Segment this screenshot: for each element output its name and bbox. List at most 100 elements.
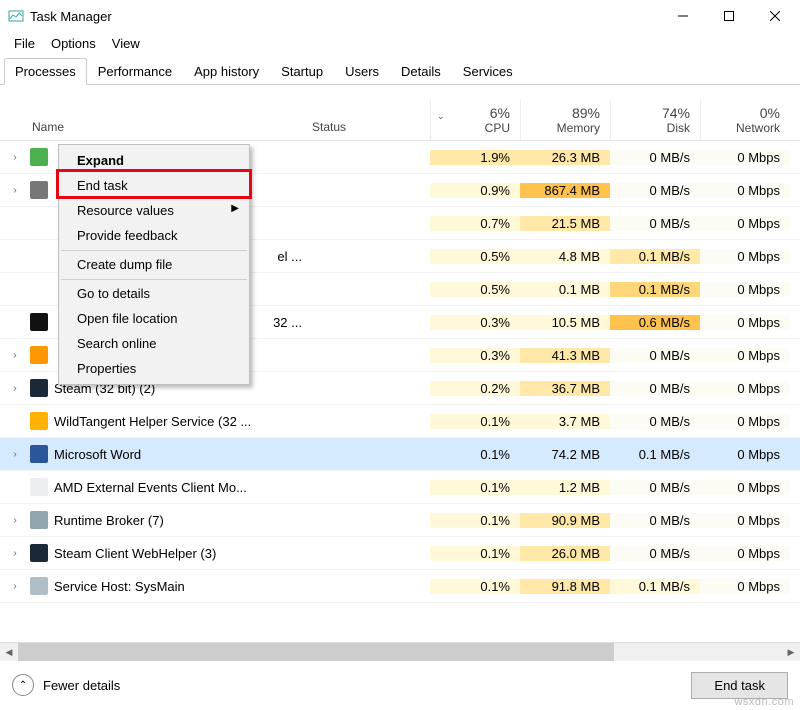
tabs: Processes Performance App history Startu…: [0, 54, 800, 85]
cell-disk: 0 MB/s: [610, 216, 700, 231]
process-name: AMD External Events Client Mo...: [30, 478, 310, 496]
col-name[interactable]: Name: [30, 99, 310, 140]
table-row[interactable]: ›Service Host: SysMain0.1%91.8 MB0.1 MB/…: [0, 570, 800, 603]
menu-file[interactable]: File: [6, 34, 43, 53]
col-disk[interactable]: 74% Disk: [610, 99, 700, 140]
cell-disk: 0.1 MB/s: [610, 249, 700, 264]
cell-disk: 0 MB/s: [610, 414, 700, 429]
titlebar: Task Manager: [0, 0, 800, 32]
col-status[interactable]: Status: [310, 99, 430, 140]
scroll-right-icon[interactable]: ▶: [782, 643, 800, 661]
table-row[interactable]: WildTangent Helper Service (32 ...0.1%3.…: [0, 405, 800, 438]
col-cpu[interactable]: ⌄ 6% CPU: [430, 99, 520, 140]
app-icon: [30, 412, 48, 430]
cell-network: 0 Mbps: [700, 348, 790, 363]
app-icon: [30, 181, 48, 199]
ctx-properties[interactable]: Properties: [61, 356, 247, 381]
cell-memory: 90.9 MB: [520, 513, 610, 528]
cell-cpu: 0.9%: [430, 183, 520, 198]
expand-chevron-icon[interactable]: ›: [0, 383, 30, 394]
ctx-search-online[interactable]: Search online: [61, 331, 247, 356]
process-name: Steam Client WebHelper (3): [30, 544, 310, 562]
tab-users[interactable]: Users: [334, 58, 390, 84]
scroll-thumb[interactable]: [18, 643, 614, 661]
horizontal-scrollbar[interactable]: ◀ ▶: [0, 643, 800, 661]
app-icon: [30, 544, 48, 562]
table-row[interactable]: AMD External Events Client Mo...0.1%1.2 …: [0, 471, 800, 504]
ctx-end-task[interactable]: End task: [61, 173, 247, 198]
fewer-details-button[interactable]: ⌃ Fewer details: [12, 674, 120, 696]
maximize-button[interactable]: [706, 0, 752, 32]
ctx-create-dump[interactable]: Create dump file: [61, 250, 247, 277]
expand-chevron-icon[interactable]: ›: [0, 152, 30, 163]
cell-cpu: 0.1%: [430, 546, 520, 561]
cell-disk: 0 MB/s: [610, 480, 700, 495]
ctx-open-file-location[interactable]: Open file location: [61, 306, 247, 331]
close-button[interactable]: [752, 0, 798, 32]
cell-memory: 91.8 MB: [520, 579, 610, 594]
cell-cpu: 0.5%: [430, 282, 520, 297]
minimize-button[interactable]: [660, 0, 706, 32]
footer: ◀ ▶ ⌃ Fewer details End task wsxdn.com: [0, 642, 800, 710]
tab-services[interactable]: Services: [452, 58, 524, 84]
cell-cpu: 0.1%: [430, 447, 520, 462]
window-title: Task Manager: [30, 9, 660, 24]
expand-chevron-icon[interactable]: ›: [0, 185, 30, 196]
cell-network: 0 Mbps: [700, 216, 790, 231]
cell-network: 0 Mbps: [700, 150, 790, 165]
cell-memory: 74.2 MB: [520, 447, 610, 462]
expand-chevron-icon[interactable]: ›: [0, 350, 30, 361]
col-memory[interactable]: 89% Memory: [520, 99, 610, 140]
menu-options[interactable]: Options: [43, 34, 104, 53]
table-row[interactable]: ›Microsoft Word0.1%74.2 MB0.1 MB/s0 Mbps: [0, 438, 800, 471]
cell-memory: 10.5 MB: [520, 315, 610, 330]
app-icon: [8, 8, 24, 24]
cell-network: 0 Mbps: [700, 315, 790, 330]
cell-disk: 0 MB/s: [610, 381, 700, 396]
end-task-button[interactable]: End task: [691, 672, 788, 699]
cell-network: 0 Mbps: [700, 513, 790, 528]
col-network[interactable]: 0% Network: [700, 99, 790, 140]
cell-network: 0 Mbps: [700, 480, 790, 495]
tab-performance[interactable]: Performance: [87, 58, 183, 84]
tab-details[interactable]: Details: [390, 58, 452, 84]
expand-chevron-icon[interactable]: ›: [0, 581, 30, 592]
cell-memory: 867.4 MB: [520, 183, 610, 198]
cell-disk: 0.6 MB/s: [610, 315, 700, 330]
scroll-left-icon[interactable]: ◀: [0, 643, 18, 661]
cell-cpu: 0.5%: [430, 249, 520, 264]
tab-startup[interactable]: Startup: [270, 58, 334, 84]
process-list: Expand End task Resource values ▶ Provid…: [0, 141, 800, 603]
cell-cpu: 0.1%: [430, 579, 520, 594]
cell-cpu: 0.2%: [430, 381, 520, 396]
cell-memory: 4.8 MB: [520, 249, 610, 264]
cell-network: 0 Mbps: [700, 381, 790, 396]
expand-chevron-icon[interactable]: ›: [0, 449, 30, 460]
cell-network: 0 Mbps: [700, 447, 790, 462]
expand-chevron-icon[interactable]: ›: [0, 548, 30, 559]
app-icon: [30, 577, 48, 595]
ctx-go-to-details[interactable]: Go to details: [61, 279, 247, 306]
tab-processes[interactable]: Processes: [4, 58, 87, 85]
cell-memory: 26.0 MB: [520, 546, 610, 561]
menu-view[interactable]: View: [104, 34, 148, 53]
app-icon: [30, 478, 48, 496]
app-icon: [30, 511, 48, 529]
tab-app-history[interactable]: App history: [183, 58, 270, 84]
cell-memory: 21.5 MB: [520, 216, 610, 231]
cell-memory: 1.2 MB: [520, 480, 610, 495]
table-row[interactable]: ›Runtime Broker (7)0.1%90.9 MB0 MB/s0 Mb…: [0, 504, 800, 537]
process-name: Runtime Broker (7): [30, 511, 310, 529]
table-row[interactable]: ›Steam Client WebHelper (3)0.1%26.0 MB0 …: [0, 537, 800, 570]
ctx-resource-values[interactable]: Resource values ▶: [61, 198, 247, 223]
ctx-expand[interactable]: Expand: [61, 148, 247, 173]
cell-network: 0 Mbps: [700, 249, 790, 264]
cell-network: 0 Mbps: [700, 579, 790, 594]
cell-disk: 0 MB/s: [610, 348, 700, 363]
ctx-provide-feedback[interactable]: Provide feedback: [61, 223, 247, 248]
expand-chevron-icon[interactable]: ›: [0, 515, 30, 526]
cell-disk: 0.1 MB/s: [610, 447, 700, 462]
cell-cpu: 0.1%: [430, 414, 520, 429]
process-name: Service Host: SysMain: [30, 577, 310, 595]
sort-indicator-icon: ⌄: [437, 111, 445, 122]
